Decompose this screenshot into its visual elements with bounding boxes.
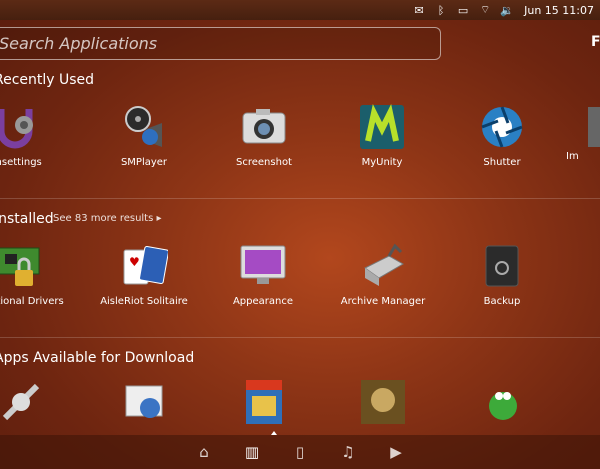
home-icon[interactable]: ⌂ bbox=[193, 441, 215, 463]
download-app-tile[interactable] bbox=[89, 378, 199, 432]
volume-icon[interactable]: 🔉 bbox=[496, 0, 518, 20]
app-tile-aisleriot-solitaire[interactable]: ♥ AisleRiot Solitaire bbox=[89, 242, 199, 307]
download-app-tile[interactable] bbox=[448, 378, 558, 432]
battery-icon[interactable]: ▭ bbox=[452, 0, 474, 20]
files-icon[interactable]: ▯ bbox=[289, 441, 311, 463]
image-icon bbox=[566, 103, 600, 151]
cards-icon: ♥ bbox=[120, 242, 169, 290]
wifi-icon[interactable]: ⌔ bbox=[474, 0, 496, 20]
search-filter-toggle[interactable]: F bbox=[591, 34, 600, 50]
search-input[interactable]: Search Applications bbox=[0, 27, 441, 60]
app-tile-shutter[interactable]: Shutter bbox=[447, 103, 557, 168]
appearance-icon bbox=[239, 242, 287, 290]
mail-icon[interactable]: ✉ bbox=[408, 0, 430, 20]
app-tile-backup[interactable]: Backup bbox=[447, 242, 557, 307]
archive-icon bbox=[359, 242, 407, 290]
app-label: Appearance bbox=[232, 296, 294, 307]
svg-text:♥: ♥ bbox=[129, 255, 140, 269]
news-icon bbox=[120, 378, 168, 426]
app-tile-additional-drivers[interactable]: Additional Drivers bbox=[0, 242, 74, 307]
camera-icon bbox=[240, 103, 288, 151]
app-tile-appearance[interactable]: Appearance bbox=[208, 242, 318, 307]
backup-icon bbox=[478, 242, 526, 290]
bluetooth-icon[interactable]: ᛒ bbox=[430, 0, 452, 20]
smplayer-icon bbox=[120, 103, 168, 151]
download-app-tile[interactable] bbox=[328, 378, 438, 432]
app-label: Additional Drivers bbox=[0, 296, 64, 307]
app-label: Backup bbox=[483, 296, 521, 307]
clock[interactable]: Jun 15 11:07 bbox=[518, 4, 596, 17]
section-recently-used-title: Recently Used bbox=[0, 72, 95, 88]
app-label: Archive Manager bbox=[340, 296, 426, 307]
drivers-icon bbox=[0, 242, 43, 290]
section-divider bbox=[0, 198, 600, 199]
app-label: Im bbox=[566, 151, 579, 162]
shutter-icon bbox=[478, 103, 526, 151]
app-tile-im[interactable]: Im bbox=[566, 103, 600, 162]
magazine-icon bbox=[240, 378, 288, 426]
video-icon[interactable]: ▶ bbox=[385, 441, 407, 463]
download-app-tile[interactable] bbox=[0, 378, 76, 432]
app-tile-archive-manager[interactable]: Archive Manager bbox=[328, 242, 438, 307]
music-icon[interactable]: ♫ bbox=[337, 441, 359, 463]
lens-bar: ⌂ ▥ ▯ ♫ ▶ bbox=[0, 435, 600, 469]
app-label: Screenshot bbox=[236, 157, 292, 168]
apps-icon[interactable]: ▥ bbox=[241, 441, 263, 463]
dragon-icon bbox=[479, 378, 527, 426]
app-label: AisleRiot Solitaire bbox=[100, 296, 188, 307]
app-label: Unsettings bbox=[0, 157, 42, 168]
top-panel: ✉ ᛒ ▭ ⌔ 🔉 Jun 15 11:07 bbox=[0, 0, 600, 20]
unsettings-icon bbox=[0, 103, 39, 151]
app-label: Shutter bbox=[483, 157, 521, 168]
section-divider bbox=[0, 337, 600, 338]
section-installed-title: Installed bbox=[0, 211, 54, 227]
download-app-tile[interactable] bbox=[209, 378, 319, 432]
section-download-title: Apps Available for Download bbox=[0, 350, 195, 366]
app-tile-screenshot[interactable]: Screenshot bbox=[209, 103, 319, 168]
app-tile-myunity[interactable]: MyUnity bbox=[327, 103, 437, 168]
myunity-icon bbox=[358, 103, 406, 151]
app-label: SMPlayer bbox=[120, 157, 168, 168]
plug-icon bbox=[0, 378, 45, 426]
see-more-results-link[interactable]: See 83 more results ▸ bbox=[53, 213, 162, 224]
app-tile-smplayer[interactable]: SMPlayer bbox=[89, 103, 199, 168]
app-label: MyUnity bbox=[361, 157, 403, 168]
app-tile-unsettings[interactable]: Unsettings bbox=[0, 103, 70, 168]
portrait-icon bbox=[359, 378, 407, 426]
